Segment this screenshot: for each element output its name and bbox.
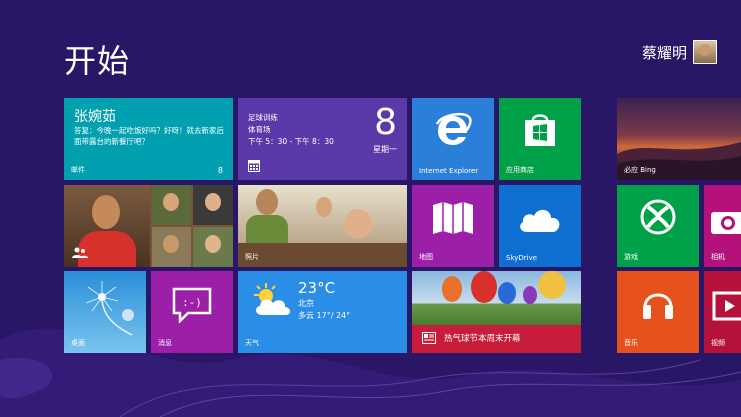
tile-messaging[interactable]: :-) 消息 (151, 271, 233, 353)
skydrive-cloud-icon (520, 209, 560, 232)
tile-video[interactable]: 视频 (704, 271, 741, 353)
calendar-day-number: 8 (374, 102, 397, 143)
tile-label: 视频 (711, 339, 725, 347)
tile-weather[interactable]: 23°C 北京 多云 17°/ 24° 天气 (238, 271, 407, 353)
tile-label: 相机 (711, 253, 725, 261)
tile-mail[interactable]: 张婉茹 答复：今晚一起吃饭好吗？好呀！就去新家后面带露台的新餐厅吧？ 邮件 8 (64, 98, 233, 180)
user-name: 蔡耀明 (641, 43, 687, 62)
mail-sender: 张婉茹 (74, 109, 116, 125)
tile-label: 地图 (419, 253, 433, 261)
page-title: 开始 (64, 42, 131, 80)
user-account[interactable]: 蔡耀明 (642, 40, 717, 64)
calendar-place: 体育场 (248, 125, 271, 134)
news-headline: 热气球节本周末开幕 (444, 334, 521, 344)
tile-label: 桌面 (71, 339, 85, 347)
tile-label: 游戏 (624, 253, 638, 261)
tile-label: 必应 Bing (624, 166, 656, 174)
tile-calendar[interactable]: 足球训练 体育场 下午 5：30 - 下午 8：30 8 星期一 (238, 98, 407, 180)
people-photo-4 (193, 227, 233, 267)
tile-store[interactable]: 应用商店 (499, 98, 581, 180)
calendar-weekday: 星期一 (373, 145, 397, 154)
message-bubble-icon: :-) (172, 287, 212, 323)
news-icon (422, 332, 436, 344)
weather-temperature: 23°C (298, 279, 336, 297)
tile-label: 应用商店 (506, 166, 534, 174)
camera-icon (711, 212, 741, 234)
tile-label: 天气 (245, 339, 259, 347)
tile-skydrive[interactable]: SkyDrive (499, 185, 581, 267)
tile-camera[interactable]: 相机 (704, 185, 741, 267)
store-bag-icon (525, 114, 555, 146)
headphones-icon (643, 293, 673, 319)
xbox-icon (640, 199, 676, 235)
tile-label: 音乐 (624, 339, 638, 347)
weather-city: 北京 (298, 299, 314, 308)
tile-label: SkyDrive (506, 254, 538, 262)
avatar (693, 40, 717, 64)
tile-label: Internet Explorer (419, 167, 479, 175)
people-photo-2 (193, 185, 233, 225)
tile-bing[interactable]: 必应 Bing (617, 98, 741, 180)
svg-text::-): :-) (182, 296, 202, 309)
tile-music[interactable]: 音乐 (617, 271, 699, 353)
people-photo-1 (152, 185, 191, 225)
partly-cloudy-icon (254, 283, 291, 315)
tile-label: 邮件 (71, 166, 85, 174)
people-icon (72, 247, 88, 258)
tile-photos[interactable]: 照片 (238, 185, 407, 267)
calendar-event: 足球训练 (248, 113, 278, 122)
tile-games[interactable]: 游戏 (617, 185, 699, 267)
calendar-icon (248, 160, 260, 172)
video-icon (712, 291, 741, 321)
tile-maps[interactable]: 地图 (412, 185, 494, 267)
tile-label: 照片 (245, 253, 259, 261)
tile-news[interactable]: 热气球节本周末开幕 (412, 271, 581, 353)
tile-internet-explorer[interactable]: Internet Explorer (412, 98, 494, 180)
mail-message: 答复：今晚一起吃饭好吗？好呀！就去新家后面带露台的新餐厅吧？ (74, 126, 224, 146)
people-photo-3 (152, 227, 191, 267)
photos-image (238, 185, 407, 267)
map-icon (433, 202, 473, 234)
internet-explorer-icon (435, 112, 472, 145)
calendar-time: 下午 5：30 - 下午 8：30 (248, 137, 334, 146)
tile-desktop[interactable]: 桌面 (64, 271, 146, 353)
weather-condition: 多云 17°/ 24° (298, 311, 351, 320)
dandelion-wallpaper-image (85, 281, 134, 336)
tile-people[interactable] (64, 185, 233, 267)
mail-count: 8 (217, 166, 223, 175)
tile-label: 消息 (158, 339, 172, 347)
news-balloon-image (412, 271, 581, 325)
